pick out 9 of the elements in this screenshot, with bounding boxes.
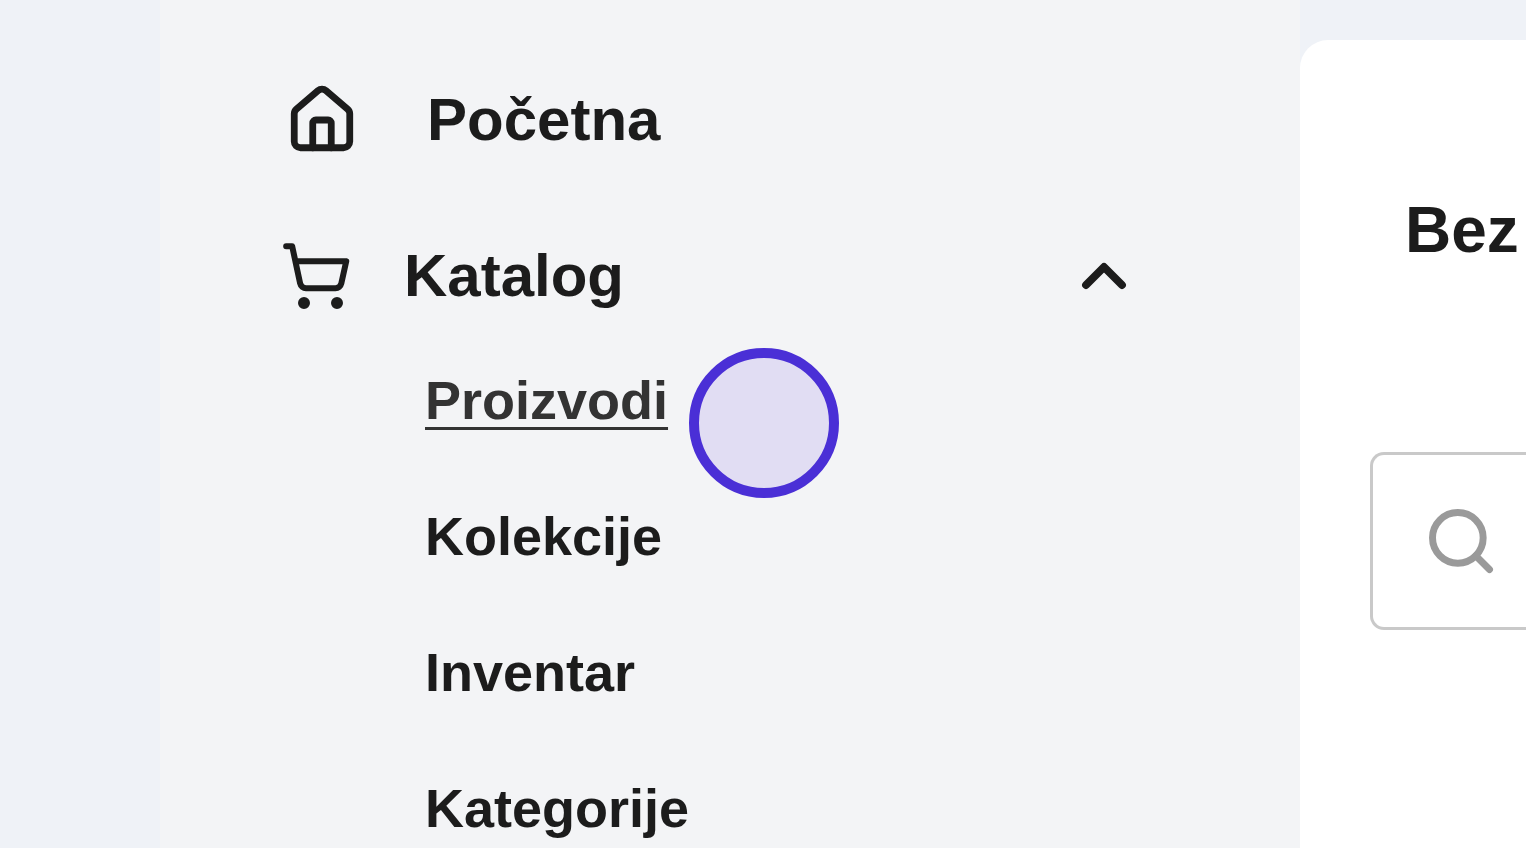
search-field[interactable] <box>1370 452 1526 630</box>
submenu-link[interactable]: Kategorije <box>425 770 690 846</box>
sidebar-item[interactable]: Početna <box>285 78 1140 162</box>
submenu-link[interactable]: Kolekcije <box>425 498 663 574</box>
page-heading: Bez <box>1405 193 1520 268</box>
cart-icon <box>280 240 352 312</box>
sidebar-item[interactable]: Katalog <box>285 234 1140 318</box>
submenu-link[interactable]: Inventar <box>425 634 636 710</box>
submenu-link[interactable]: Proizvodi <box>425 362 669 438</box>
